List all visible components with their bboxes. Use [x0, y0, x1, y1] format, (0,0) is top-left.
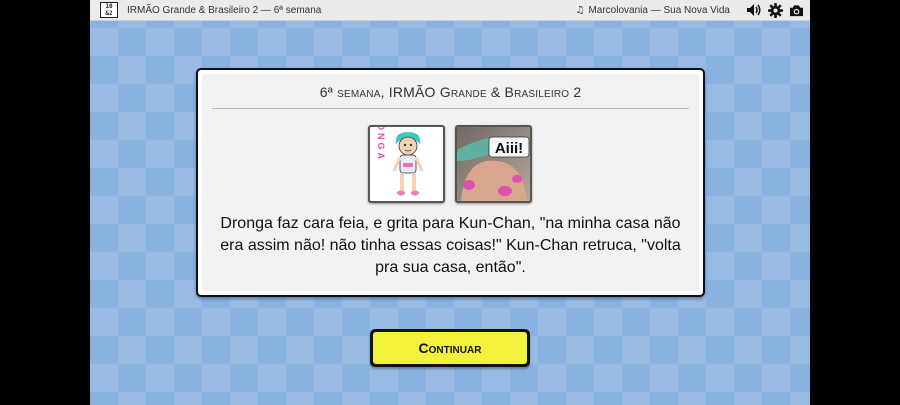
camera-icon[interactable] [788, 2, 804, 18]
app-logo: 10 &2 [100, 2, 118, 18]
dialog-title: 6ª semana, IRMÃO Grande & Brasileiro 2 [319, 84, 582, 100]
character-card-dronga: DRONGA [368, 125, 445, 203]
event-card-foot: Aiii! [455, 125, 532, 203]
event-message: Dronga faz cara feia, e grita para Kun-C… [220, 215, 681, 276]
settings-gear-icon[interactable] [767, 2, 783, 18]
game-screen: 10 &2 IRMÃO Grande & Brasileiro 2 — 6ª se… [90, 0, 810, 405]
dialog-divider [212, 108, 689, 109]
volume-icon[interactable] [746, 2, 762, 18]
continue-button-label: Continuar [373, 332, 527, 364]
continue-button[interactable]: Continuar [370, 329, 530, 367]
dronga-portrait: DRONGA [370, 127, 443, 201]
card-caption-aiii: Aiii! [495, 140, 523, 157]
music-note-icon: ♫ [575, 4, 585, 16]
window-title: IRMÃO Grande & Brasileiro 2 — 6ª semana [127, 4, 322, 16]
card-caption-dronga: DRONGA [376, 127, 386, 162]
foot-photo: Aiii! [457, 127, 530, 201]
top-bar: 10 &2 IRMÃO Grande & Brasileiro 2 — 6ª se… [90, 0, 810, 21]
now-playing-text: Marcolovania — Sua Nova Vida [588, 4, 730, 16]
top-bar-controls: ♫ Marcolovania — Sua Nova Vida [575, 2, 804, 18]
event-dialog: 6ª semana, IRMÃO Grande & Brasileiro 2 D… [196, 68, 705, 297]
dialog-body: 6ª semana, IRMÃO Grande & Brasileiro 2 D… [202, 74, 699, 291]
